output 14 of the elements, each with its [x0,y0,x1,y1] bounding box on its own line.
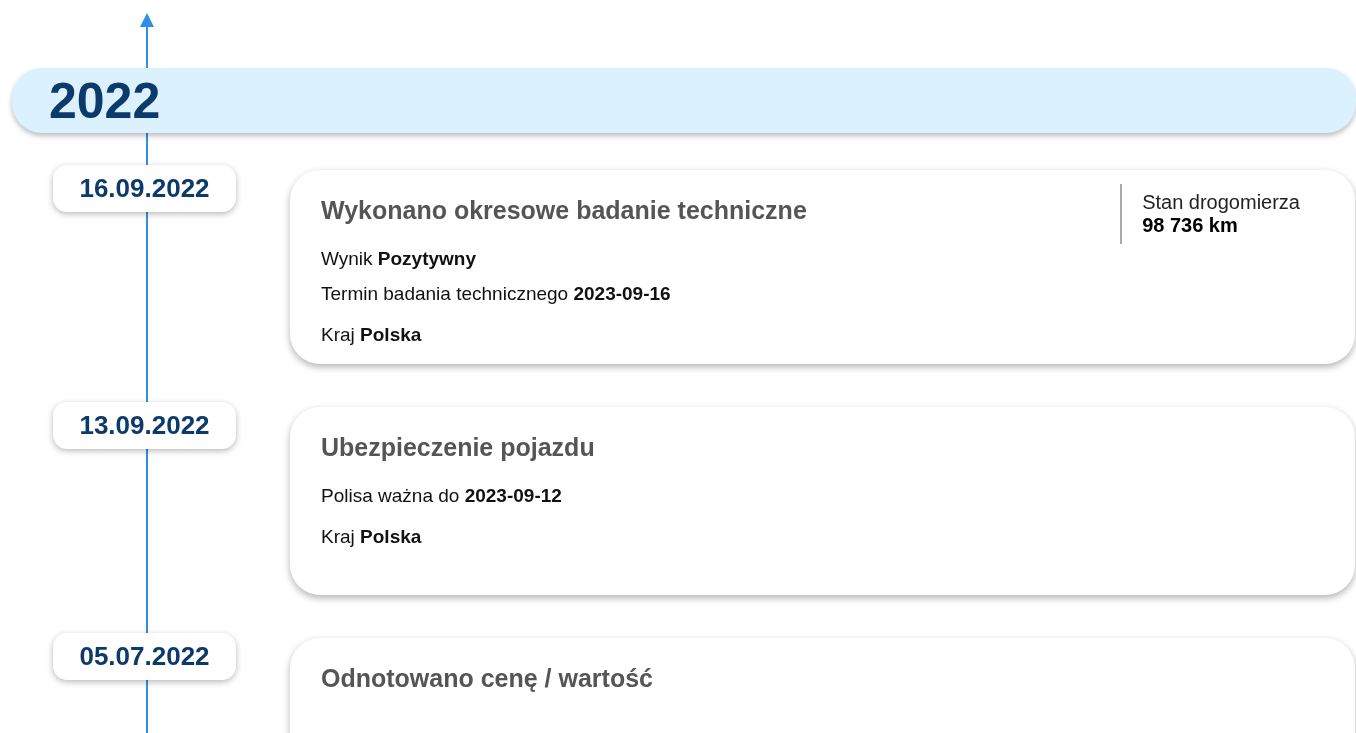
event-detail: Termin badania technicznego 2023-09-16 [321,282,672,306]
country-detail: Kraj Polska [321,323,423,347]
event-title: Ubezpieczenie pojazdu [321,433,596,462]
event-detail: Polisa ważna do 2023-09-12 [321,484,563,508]
event-title: Wykonano okresowe badanie techniczne [321,196,808,225]
event-title: Odnotowano cenę / wartość [321,664,654,693]
odometer-label: Stan drogomierza [1142,191,1300,214]
year-label: 2022 [49,71,161,130]
country-detail: Kraj Polska [321,525,423,549]
odometer-value: 98 736 km [1142,214,1239,237]
date-badge: 13.09.2022 [53,402,236,449]
event-detail: Wynik Pozytywny [321,247,478,271]
date-badge: 05.07.2022 [53,633,236,680]
date-badge: 16.09.2022 [53,165,236,212]
